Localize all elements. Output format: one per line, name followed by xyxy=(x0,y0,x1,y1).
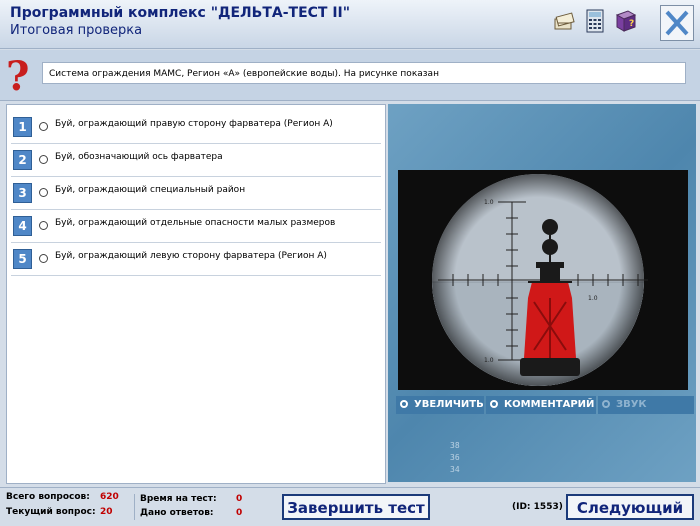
image-panel: 1.0 1.0 1.0 УВЕЛИЧИТЬ КОММЕНТАРИЙ ЗВУК 3… xyxy=(388,104,696,482)
sound-button[interactable]: ЗВУК xyxy=(598,396,694,414)
answer-option[interactable]: 2 Буй, обозначающий ось фарватера xyxy=(11,146,381,177)
depth-number: 34 xyxy=(450,465,460,474)
total-questions-label: Всего вопросов: xyxy=(6,492,90,502)
depth-number: 38 xyxy=(450,441,460,450)
depth-number: 36 xyxy=(450,453,460,462)
answer-number: 1 xyxy=(13,117,32,137)
answer-number: 4 xyxy=(13,216,32,236)
answer-number: 3 xyxy=(13,183,32,203)
finish-test-button[interactable]: Завершить тест xyxy=(282,494,430,520)
answer-radio[interactable] xyxy=(39,221,48,230)
status-bar: Всего вопросов: 620 Текущий вопрос: 20 В… xyxy=(0,487,700,526)
answer-radio[interactable] xyxy=(39,122,48,131)
scale-label: 1.0 xyxy=(484,199,494,206)
answer-radio[interactable] xyxy=(39,155,48,164)
books-icon[interactable] xyxy=(552,9,576,33)
app-title: Программный комплекс "ДЕЛЬТА-ТЕСТ II" xyxy=(10,5,351,21)
svg-text:?: ? xyxy=(6,54,29,98)
question-bar: ? Система ограждения МАМС, Регион «А» (е… xyxy=(0,50,700,101)
comment-button-label: КОММЕНТАРИЙ xyxy=(504,399,595,410)
answer-number: 5 xyxy=(13,249,32,269)
scale-label: 1.0 xyxy=(588,295,598,302)
magnifier-icon xyxy=(490,400,498,408)
binocular-view: 1.0 1.0 1.0 xyxy=(398,170,688,390)
zoom-button[interactable]: УВЕЛИЧИТЬ xyxy=(396,396,484,414)
calculator-icon[interactable] xyxy=(583,9,607,33)
answer-number: 2 xyxy=(13,150,32,170)
test-id: (ID: 1553) xyxy=(512,502,563,512)
zoom-button-label: УВЕЛИЧИТЬ xyxy=(414,399,484,410)
app-subtitle: Итоговая проверка xyxy=(10,23,143,38)
svg-text:?: ? xyxy=(629,19,634,29)
next-button[interactable]: Следующий xyxy=(566,494,694,520)
answer-list: 1 Буй, ограждающий правую сторону фарват… xyxy=(6,104,386,484)
time-value: 0 xyxy=(236,494,243,504)
time-label: Время на тест: xyxy=(140,494,217,504)
answer-label: Буй, ограждающий левую сторону фарватера… xyxy=(55,251,327,261)
answered-value: 0 xyxy=(236,508,243,518)
divider xyxy=(134,494,135,520)
answer-radio[interactable] xyxy=(39,188,48,197)
close-icon[interactable] xyxy=(660,5,694,41)
sound-button-label: ЗВУК xyxy=(616,399,647,410)
background-depth-numbers: 38 36 34 xyxy=(450,440,460,476)
answer-option[interactable]: 3 Буй, ограждающий специальный район xyxy=(11,179,381,210)
answer-label: Буй, ограждающий специальный район xyxy=(55,185,246,195)
current-question-value: 20 xyxy=(100,507,113,517)
answer-option[interactable]: 1 Буй, ограждающий правую сторону фарват… xyxy=(11,113,381,144)
answer-label: Буй, ограждающий правую сторону фарватер… xyxy=(55,119,333,129)
magnifier-icon xyxy=(602,400,610,408)
answer-label: Буй, обозначающий ось фарватера xyxy=(55,152,223,162)
magnifier-icon xyxy=(400,400,408,408)
title-bar: Программный комплекс "ДЕЛЬТА-ТЕСТ II" Ит… xyxy=(0,0,700,49)
answer-label: Буй, ограждающий отдельные опасности мал… xyxy=(55,218,336,228)
current-question-label: Текущий вопрос: xyxy=(6,507,96,517)
scale-label: 1.0 xyxy=(484,357,494,364)
answered-label: Дано ответов: xyxy=(140,508,214,518)
question-mark-icon: ? xyxy=(6,54,29,98)
answer-option[interactable]: 4 Буй, ограждающий отдельные опасности м… xyxy=(11,212,381,243)
answer-radio[interactable] xyxy=(39,254,48,263)
help-book-icon[interactable]: ? xyxy=(614,9,638,33)
comment-button[interactable]: КОММЕНТАРИЙ xyxy=(486,396,596,414)
total-questions-value: 620 xyxy=(100,492,119,502)
answer-option[interactable]: 5 Буй, ограждающий левую сторону фарвате… xyxy=(11,245,381,276)
question-text: Система ограждения МАМС, Регион «А» (евр… xyxy=(42,62,686,84)
